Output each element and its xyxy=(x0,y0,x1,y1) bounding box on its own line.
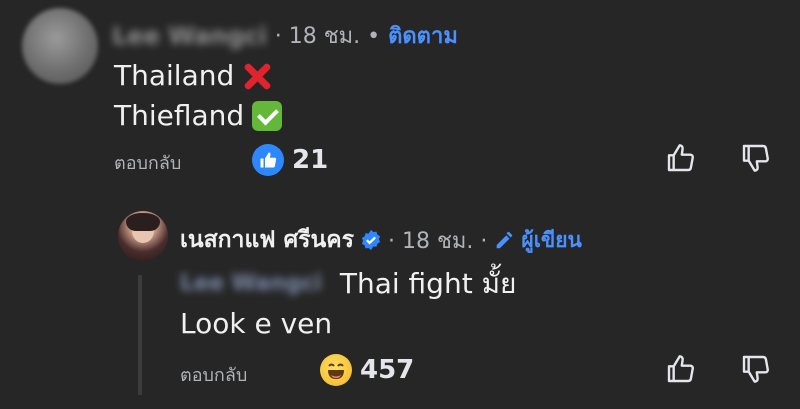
like-summary[interactable]: 21 xyxy=(252,144,328,176)
cross-mark-icon xyxy=(242,61,272,91)
timestamp: · 18 ชม. · xyxy=(388,228,488,254)
reply-button[interactable]: ตอบกลับ xyxy=(180,360,247,389)
verified-badge-icon xyxy=(361,229,381,251)
like-button[interactable] xyxy=(665,142,697,178)
comment-line: Thiefland xyxy=(114,99,245,132)
author-badge: ผู้เขียน xyxy=(521,227,582,252)
follow-button[interactable]: ติดตาม xyxy=(388,18,458,53)
thumbs-up-icon xyxy=(667,144,694,172)
reply-body: Lee Wangci Thai fight มั้ย Look e ven xyxy=(180,264,516,344)
comment-line: Thai fight มั้ย xyxy=(339,267,517,300)
thumbs-down-icon xyxy=(742,144,769,172)
like-reaction-icon xyxy=(252,144,284,176)
comment-header: Lee Wangci · 18 ชม. • ติดตาม xyxy=(112,18,458,53)
thread-line xyxy=(138,275,142,395)
reaction-summary[interactable]: 457 xyxy=(320,354,414,386)
comment-line: Look e ven xyxy=(180,307,333,340)
author-name[interactable]: เนสกาแฟ ศรีนคร xyxy=(180,222,354,258)
pencil-icon xyxy=(497,231,513,249)
comment-line: Thailand xyxy=(114,59,235,92)
like-count: 21 xyxy=(292,145,329,175)
reply-header: เนสกาแฟ ศรีนคร · 18 ชม. · ผู้เขียน xyxy=(180,222,582,258)
thumbs-up-icon xyxy=(667,355,694,383)
thumbs-down-icon xyxy=(742,355,769,383)
haha-reaction-icon xyxy=(320,354,352,386)
like-button[interactable] xyxy=(665,353,697,389)
check-mark-icon xyxy=(252,101,283,131)
timestamp: · 18 ชม. • xyxy=(274,24,381,49)
author-name[interactable]: Lee Wangci xyxy=(112,22,267,50)
reply-button[interactable]: ตอบกลับ xyxy=(114,148,181,177)
avatar[interactable] xyxy=(118,211,168,261)
comment-body: Thailand Thiefland xyxy=(114,56,283,136)
mention-link[interactable]: Lee Wangci xyxy=(180,264,322,304)
dislike-button[interactable] xyxy=(740,142,772,178)
reaction-count: 457 xyxy=(360,355,415,385)
avatar[interactable] xyxy=(22,8,98,84)
dislike-button[interactable] xyxy=(740,353,772,389)
